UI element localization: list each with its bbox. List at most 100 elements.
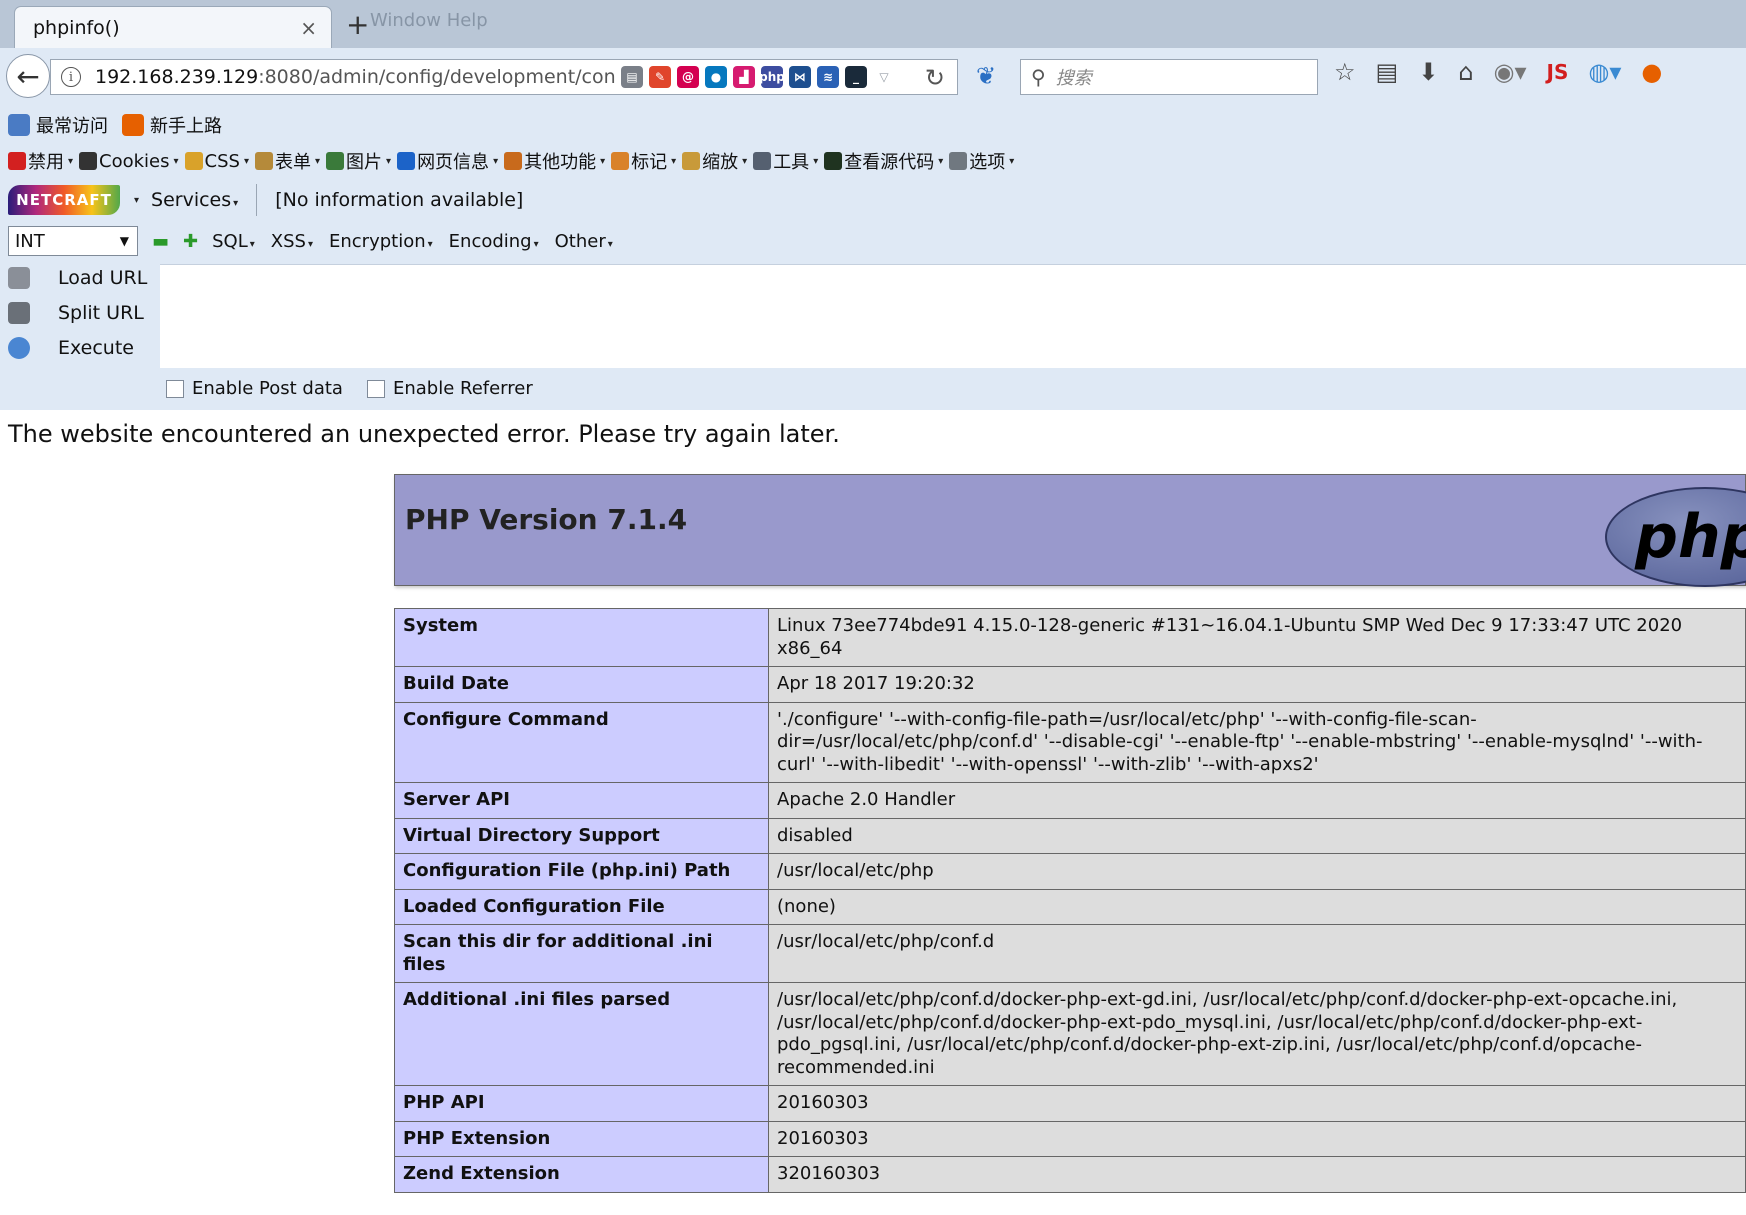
webdev-menu-label: 图片 — [346, 152, 383, 173]
bookmark-item[interactable]: 最常访问 — [8, 112, 108, 138]
hackbar-type-select[interactable]: INT ▼ — [8, 226, 138, 256]
hackbar-menu-label: XSS — [270, 230, 306, 252]
checkbox-box[interactable] — [166, 379, 184, 398]
tab-close-icon[interactable]: × — [300, 16, 317, 40]
row-key: System — [394, 608, 769, 667]
chevron-down-icon: ▾ — [315, 155, 321, 167]
tab-title: phpinfo() — [33, 16, 120, 39]
netcraft-dropdown-icon[interactable]: ▾ — [134, 195, 139, 206]
download-icon[interactable]: ⬇ — [1418, 58, 1438, 86]
row-value: disabled — [777, 824, 853, 846]
execute-icon — [8, 336, 30, 359]
hackbar-menu-label: Encryption — [328, 230, 426, 252]
hackbar-menu-sql[interactable]: SQL ▾ — [212, 231, 255, 252]
error-message: The website encountered an unexpected er… — [8, 420, 840, 448]
table-row: PHP Extension 20160303 — [394, 1120, 1746, 1157]
webdev-menu-item[interactable]: 表单 ▾ — [255, 148, 320, 174]
bookmark-item[interactable]: 新手上路 — [122, 112, 222, 138]
drupal-icon[interactable]: ● — [705, 66, 727, 88]
row-key: Scan this dir for additional .ini files — [394, 924, 769, 983]
plus-icon[interactable]: ✚ — [183, 231, 198, 252]
outline-pencil-icon — [611, 152, 630, 170]
row-key: Loaded Configuration File — [394, 888, 769, 925]
reload-icon[interactable]: ↻ — [925, 64, 945, 92]
wave-icon[interactable]: ≋ — [817, 66, 839, 88]
debian-swirl-icon[interactable]: @ — [677, 66, 699, 88]
underscore-icon[interactable]: _ — [845, 66, 867, 88]
js-icon[interactable]: JS — [1547, 60, 1569, 84]
chevron-down-icon: ▾ — [938, 155, 944, 167]
webdev-menu-label: 网页信息 — [417, 152, 490, 173]
webdev-menu-label: 缩放 — [702, 152, 739, 173]
webdev-menu-item[interactable]: 标记 ▾ — [611, 148, 676, 174]
chevron-down-icon: ▾ — [386, 155, 392, 167]
firefox-account-icon[interactable]: ● — [1641, 58, 1662, 86]
webdev-menu-item[interactable]: 选项 ▾ — [949, 148, 1014, 174]
bowtie-icon[interactable]: ⋈ — [789, 66, 811, 88]
row-value-cell: './configure' '--with-config-file-path=/… — [768, 701, 1746, 783]
printer-icon[interactable]: ▤ — [621, 66, 643, 88]
checkbox-box[interactable] — [366, 379, 385, 398]
webdev-menu-item[interactable]: 网页信息 ▾ — [397, 148, 498, 174]
color-globe-icon[interactable]: ◍▾ — [1588, 58, 1621, 86]
hackbar-menu-encoding[interactable]: Encoding ▾ — [449, 231, 539, 252]
row-value: 20160303 — [777, 1092, 869, 1113]
dropdown-triangle-icon[interactable]: ▽ — [873, 66, 895, 88]
reading-list-icon[interactable]: ▤ — [1376, 58, 1399, 86]
url-text[interactable]: 192.168.239.129:8080/admin/config/develo… — [95, 66, 615, 88]
enable-referrer-checkbox[interactable]: Enable Referrer — [366, 378, 533, 399]
row-key: Configuration File (php.ini) Path — [394, 853, 769, 890]
webdev-menu-item[interactable]: 禁用 ▾ — [8, 148, 73, 174]
home-icon[interactable]: ⌂ — [1458, 58, 1473, 86]
enable-post-checkbox[interactable]: Enable Post data — [166, 378, 343, 399]
site-info-icon[interactable]: i — [61, 67, 81, 87]
row-key: PHP API — [394, 1085, 769, 1122]
webdev-menu-item[interactable]: 查看源代码 ▾ — [824, 148, 943, 174]
execute-button[interactable]: Execute — [8, 330, 158, 365]
php-logo-text: php — [1635, 502, 1746, 572]
hackbar-menu-encryption[interactable]: Encryption ▾ — [329, 231, 433, 252]
webdev-menu-item[interactable]: Cookies ▾ — [79, 151, 179, 172]
load-url-button[interactable]: Load URL — [8, 260, 158, 295]
table-row: System Linux 73ee774bde91 4.15.0-128-gene… — [394, 608, 1746, 667]
stairs-icon[interactable]: ▟ — [733, 66, 755, 88]
view-source-icon — [824, 152, 843, 170]
php-logo[interactable]: php — [1605, 487, 1746, 587]
row-key: Configure Command — [394, 701, 769, 783]
images-icon — [326, 152, 345, 170]
split-url-button[interactable]: Split URL — [8, 295, 158, 330]
php-version-title: PHP Version 7.1.4 — [405, 503, 688, 536]
minus-icon[interactable]: ▬ — [152, 231, 169, 252]
webdev-menu-item[interactable]: 缩放 ▾ — [682, 148, 747, 174]
webdev-menu-item[interactable]: CSS ▾ — [184, 151, 249, 172]
netcraft-logo[interactable]: NETCRAFT — [8, 185, 120, 215]
feather-icon[interactable]: ✎ — [649, 66, 671, 88]
bookmark-star-icon[interactable]: ☆ — [1334, 58, 1356, 86]
chevron-down-icon: ▾ — [1009, 155, 1015, 167]
webdev-menu-item[interactable]: 图片 ▾ — [326, 148, 391, 174]
hackbar-menu-xss[interactable]: XSS ▾ — [271, 231, 313, 252]
tab-phpinfo[interactable]: phpinfo() × — [14, 6, 332, 48]
chevron-down-icon: ▾ — [533, 238, 539, 250]
hackbar-menu-label: Other — [554, 230, 606, 252]
webdev-menu-item[interactable]: 其他功能 ▾ — [504, 148, 605, 174]
hackbar-menu-other[interactable]: Other ▾ — [555, 231, 613, 252]
bird-addon-icon[interactable]: ❦ — [976, 62, 996, 90]
enable-referrer-label: Enable Referrer — [392, 378, 533, 399]
php-icon[interactable]: php — [759, 66, 785, 88]
new-tab-icon[interactable]: + — [346, 8, 369, 41]
most-visited-icon — [8, 114, 30, 136]
back-arrow-icon: ← — [16, 59, 40, 93]
row-value-cell: disabled — [768, 817, 1746, 854]
globe-icon[interactable]: ◉▾ — [1494, 58, 1527, 86]
webdev-menu-item[interactable]: 工具 ▾ — [753, 148, 818, 174]
hackbar-url-textarea[interactable] — [160, 264, 1746, 368]
url-bar[interactable]: i 192.168.239.129:8080/admin/config/deve… — [50, 59, 958, 95]
chevron-down-icon: ▾ — [68, 155, 74, 167]
netcraft-services-menu[interactable]: Services ▾ — [151, 189, 238, 211]
firefox-icon — [122, 114, 144, 136]
back-button[interactable]: ← — [6, 54, 50, 98]
row-key: Zend Extension — [394, 1156, 769, 1193]
tools-icon — [753, 152, 772, 170]
search-input[interactable]: ⚲ 搜索 — [1020, 59, 1318, 95]
